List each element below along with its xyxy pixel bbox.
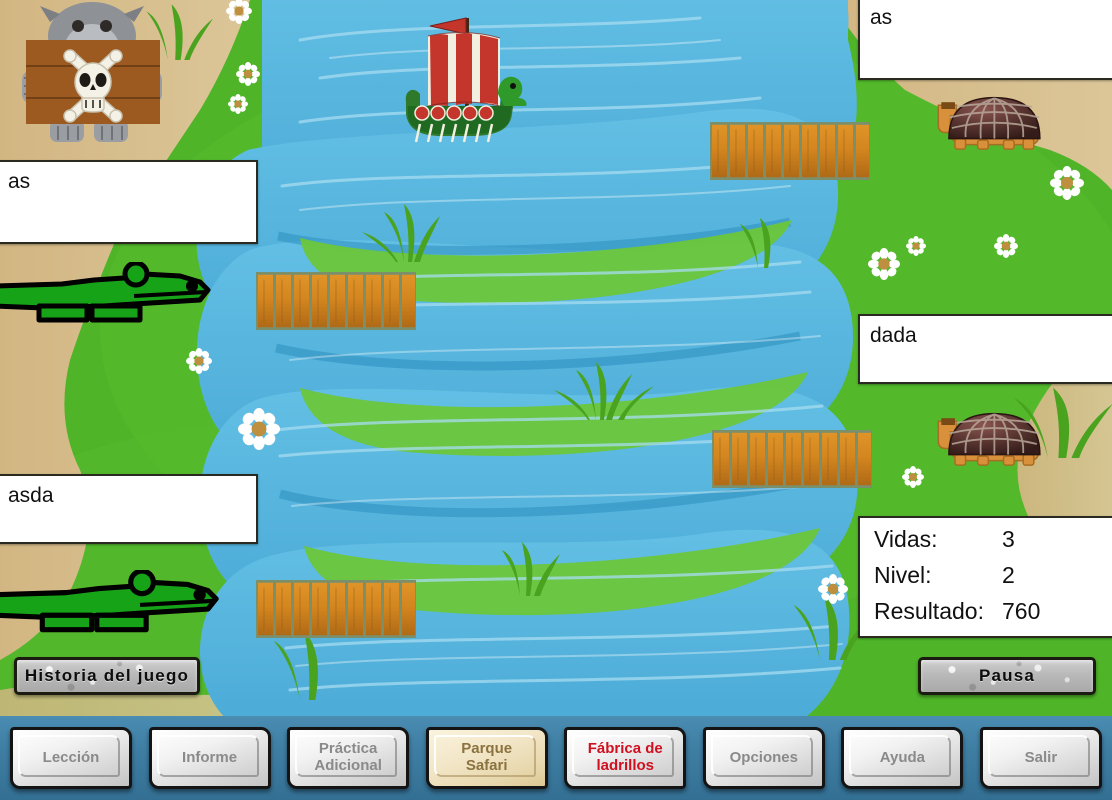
parque-line-1: Parque	[461, 740, 513, 758]
bridge-top-right	[710, 122, 870, 180]
score-row-level: Nivel: 2	[874, 562, 1112, 598]
toolbar-button-opciones[interactable]: Opciones	[702, 727, 825, 789]
toolbar-button-informe[interactable]: Informe	[148, 727, 271, 789]
toolbar-label-leccion: Lección	[42, 748, 100, 766]
toolbar-button-ayuda[interactable]: Ayuda	[841, 727, 964, 789]
fabrica-line-2: ladrillos	[596, 757, 655, 774]
toolbar-button-parque-safari[interactable]: Parque Safari	[425, 727, 548, 789]
word-box-right-2[interactable]: dada	[858, 314, 1112, 384]
parque-line-2: Safari	[465, 757, 508, 774]
bottom-toolbar: Lección Informe Práctica Adicional Parqu…	[0, 716, 1112, 800]
game-history-button[interactable]: Historia del juego	[14, 657, 200, 695]
result-value: 760	[1002, 598, 1041, 624]
score-row-result: Resultado: 760	[874, 598, 1112, 634]
toolbar-button-fabrica-de-ladrillos[interactable]: Fábrica de ladrillos	[564, 727, 687, 789]
toolbar-label-opciones: Opciones	[729, 748, 798, 766]
fabrica-line-1: Fábrica de	[587, 740, 663, 758]
practica-line-1: Práctica	[318, 740, 378, 758]
toolbar-label-fabrica-de-ladrillos: Fábrica de ladrillos	[580, 740, 671, 775]
score-row-lives: Vidas: 3	[874, 526, 1112, 562]
toolbar-label-informe: Informe	[182, 748, 238, 766]
word-box-left-2[interactable]: asda	[0, 474, 258, 544]
level-value: 2	[1002, 562, 1015, 588]
toolbar-label-salir: Salir	[1024, 748, 1058, 766]
practica-line-2: Adicional	[314, 757, 382, 774]
bridge-middle-left	[256, 272, 416, 330]
pause-button[interactable]: Pausa	[918, 657, 1096, 695]
toolbar-button-salir[interactable]: Salir	[979, 727, 1102, 789]
game-scene[interactable]: as asda as dada Vidas: 3 Nivel: 2 Result…	[0, 0, 1112, 716]
toolbar-label-ayuda: Ayuda	[879, 748, 926, 766]
game-window: as asda as dada Vidas: 3 Nivel: 2 Result…	[0, 0, 1112, 800]
level-label: Nivel:	[874, 562, 932, 588]
lives-value: 3	[1002, 526, 1015, 552]
bridge-bottom-left	[256, 580, 416, 638]
bridge-middle-right	[712, 430, 872, 488]
word-box-right-1[interactable]: as	[858, 0, 1112, 80]
result-label: Resultado:	[874, 598, 984, 624]
toolbar-label-practica-adicional: Práctica Adicional	[306, 740, 390, 775]
score-panel: Vidas: 3 Nivel: 2 Resultado: 760	[858, 516, 1112, 638]
lives-label: Vidas:	[874, 526, 938, 552]
toolbar-label-parque-safari: Parque Safari	[453, 740, 520, 775]
word-box-left-1[interactable]: as	[0, 160, 258, 244]
toolbar-button-leccion[interactable]: Lección	[10, 727, 132, 789]
toolbar-button-practica-adicional[interactable]: Práctica Adicional	[287, 727, 410, 789]
